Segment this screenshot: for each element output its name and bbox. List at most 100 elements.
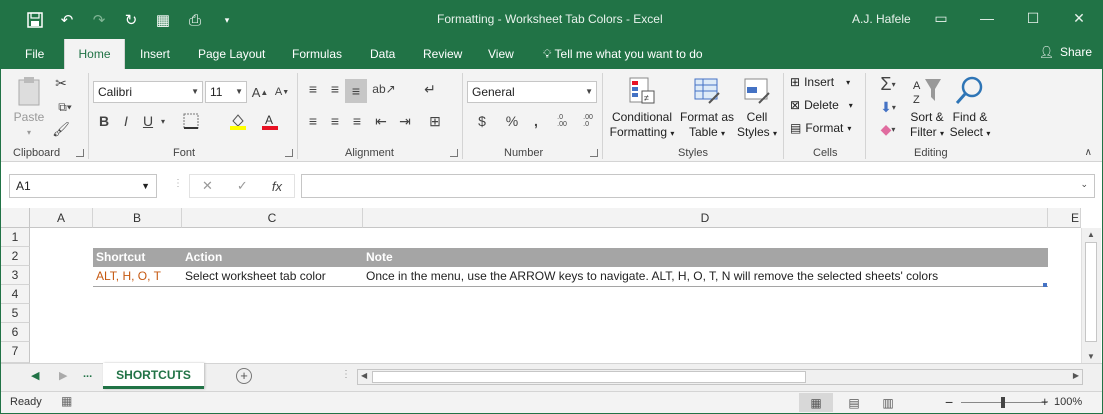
tab-split-grip-icon[interactable]: ⋮ <box>341 369 351 380</box>
refresh-icon[interactable]: ↻ <box>115 8 147 32</box>
grow-font-icon[interactable]: A ▲ <box>251 81 269 103</box>
scroll-left-icon[interactable]: ◀ <box>361 371 367 380</box>
number-launcher-icon[interactable] <box>590 149 598 157</box>
row-header-2[interactable]: 2 <box>1 247 30 266</box>
tab-page-layout[interactable]: Page Layout <box>196 39 267 69</box>
vertical-scroll-thumb[interactable] <box>1085 242 1097 342</box>
page-break-view-icon[interactable]: ▥ <box>871 393 905 412</box>
column-header-e[interactable]: E <box>1048 208 1081 228</box>
fill-icon[interactable]: ⬇ ▾ <box>873 97 903 117</box>
scroll-right-icon[interactable]: ▶ <box>1073 371 1079 380</box>
increase-decimal-icon[interactable]: .0.00 <box>551 111 573 131</box>
format-painter-icon[interactable]: 🖌︎ <box>51 119 71 139</box>
formula-bar-grip-icon[interactable]: ⋮ <box>173 178 183 189</box>
horizontal-scrollbar[interactable]: ◀ ▶ <box>357 369 1083 385</box>
format-as-table-button[interactable]: Format as Table ▾ <box>679 75 735 141</box>
underline-button[interactable]: U <box>141 111 155 131</box>
tab-home[interactable]: Home <box>64 39 125 69</box>
top-align-icon[interactable]: ≡ <box>303 79 323 99</box>
font-launcher-icon[interactable] <box>285 149 293 157</box>
macro-record-icon[interactable]: ▦ <box>61 394 72 408</box>
customize-qat-icon[interactable]: ▾ <box>211 8 243 32</box>
tab-review[interactable]: Review <box>421 39 464 69</box>
italic-button[interactable]: I <box>119 111 133 131</box>
close-icon[interactable]: ✕ <box>1056 1 1102 35</box>
zoom-slider-thumb[interactable] <box>1001 397 1005 408</box>
currency-button[interactable]: $ <box>471 111 493 131</box>
clipboard-launcher-icon[interactable] <box>76 149 84 157</box>
cancel-icon[interactable]: ✕ <box>202 178 213 194</box>
vertical-scrollbar[interactable]: ▲ ▼ <box>1081 228 1101 363</box>
normal-view-icon[interactable]: ▦ <box>799 393 833 412</box>
tell-me-box[interactable]: 💡︎ Tell me what you want to do <box>541 39 705 69</box>
prev-sheet-icon[interactable]: ◀ <box>31 369 39 382</box>
insert-cells-button[interactable]: ⊞ Insert ▾ <box>790 75 850 89</box>
print-preview-icon[interactable]: ⎙ <box>179 8 211 32</box>
name-box[interactable]: A1 ▼ <box>9 174 157 198</box>
row-header-7[interactable]: 7 <box>1 342 30 363</box>
share-button[interactable]: 👤︎ Share <box>1039 45 1092 59</box>
tab-view[interactable]: View <box>486 39 516 69</box>
find-select-button[interactable]: Find & Select ▾ <box>949 75 991 141</box>
font-color-icon[interactable]: A <box>259 111 281 131</box>
delete-cells-button[interactable]: ⊠ Delete ▾ <box>790 98 853 112</box>
bottom-align-icon[interactable]: ≡ <box>345 79 367 103</box>
comma-button[interactable]: , <box>527 111 545 131</box>
tab-file[interactable]: File <box>23 39 46 69</box>
grid-icon[interactable]: ▦ <box>147 8 179 32</box>
worksheet-grid[interactable]: A B C D E 1 2 3 4 5 6 7 Shortcut Action … <box>1 208 1102 363</box>
align-right-icon[interactable]: ≡ <box>347 111 367 131</box>
zoom-in-icon[interactable]: + <box>1041 394 1049 409</box>
redo-icon[interactable]: ↷ <box>83 8 115 32</box>
table-resize-handle[interactable] <box>1043 283 1047 287</box>
merge-center-icon[interactable]: ⊞ <box>423 111 447 131</box>
expand-formula-bar-icon[interactable]: ⌄ <box>1080 179 1088 190</box>
user-name[interactable]: A.J. Hafele <box>852 12 911 26</box>
orientation-icon[interactable]: ab↗ <box>371 79 397 99</box>
collapse-ribbon-icon[interactable]: ∧ <box>1085 147 1092 158</box>
select-all-corner[interactable] <box>1 208 30 228</box>
enter-icon[interactable]: ✓ <box>237 178 248 194</box>
zoom-out-icon[interactable]: − <box>945 394 953 410</box>
cut-icon[interactable]: ✂ <box>51 73 71 93</box>
formula-input[interactable]: ⌄ <box>301 174 1095 198</box>
font-name-combo[interactable]: Calibri ▼ <box>93 81 203 103</box>
sheet-tab-shortcuts[interactable]: SHORTCUTS <box>103 363 204 389</box>
ribbon-display-icon[interactable]: ▭ <box>918 1 964 35</box>
maximize-icon[interactable]: ☐ <box>1010 1 1056 35</box>
undo-icon[interactable]: ↶ <box>51 8 83 32</box>
wrap-text-icon[interactable]: ↵ <box>419 79 441 99</box>
column-header-d[interactable]: D <box>363 208 1048 228</box>
row-header-1[interactable]: 1 <box>1 228 30 247</box>
font-size-combo[interactable]: 11 ▼ <box>205 81 247 103</box>
number-format-combo[interactable]: General ▼ <box>467 81 597 103</box>
clear-icon[interactable]: ◆ ▾ <box>873 119 903 139</box>
autosum-icon[interactable]: Σ ▾ <box>873 73 903 95</box>
align-left-icon[interactable]: ≡ <box>303 111 323 131</box>
increase-indent-icon[interactable]: ⇥ <box>395 111 415 131</box>
row-header-6[interactable]: 6 <box>1 323 30 342</box>
column-header-c[interactable]: C <box>182 208 363 228</box>
alignment-launcher-icon[interactable] <box>450 149 458 157</box>
bold-button[interactable]: B <box>97 111 111 131</box>
decrease-decimal-icon[interactable]: .00.0 <box>577 111 599 131</box>
column-header-b[interactable]: B <box>93 208 182 228</box>
copy-icon[interactable]: ⧉▾ <box>51 97 79 117</box>
horizontal-scroll-thumb[interactable] <box>372 371 806 383</box>
minimize-icon[interactable]: — <box>964 1 1010 35</box>
align-center-icon[interactable]: ≡ <box>325 111 345 131</box>
percent-button[interactable]: % <box>503 111 521 131</box>
scroll-down-icon[interactable]: ▼ <box>1087 352 1095 361</box>
paste-button[interactable]: Paste ▾ <box>11 75 47 140</box>
add-sheet-icon[interactable]: + <box>236 368 252 384</box>
save-icon[interactable] <box>19 8 51 32</box>
row-header-3[interactable]: 3 <box>1 266 30 285</box>
cell-styles-button[interactable]: Cell Styles ▾ <box>735 75 779 141</box>
page-layout-view-icon[interactable]: ▤ <box>837 393 871 412</box>
row-header-4[interactable]: 4 <box>1 285 30 304</box>
next-sheet-icon[interactable]: ▶ <box>59 369 67 382</box>
scroll-up-icon[interactable]: ▲ <box>1087 230 1095 239</box>
row-header-5[interactable]: 5 <box>1 304 30 323</box>
column-header-a[interactable]: A <box>30 208 93 228</box>
more-sheets-button[interactable]: ... <box>83 368 92 380</box>
